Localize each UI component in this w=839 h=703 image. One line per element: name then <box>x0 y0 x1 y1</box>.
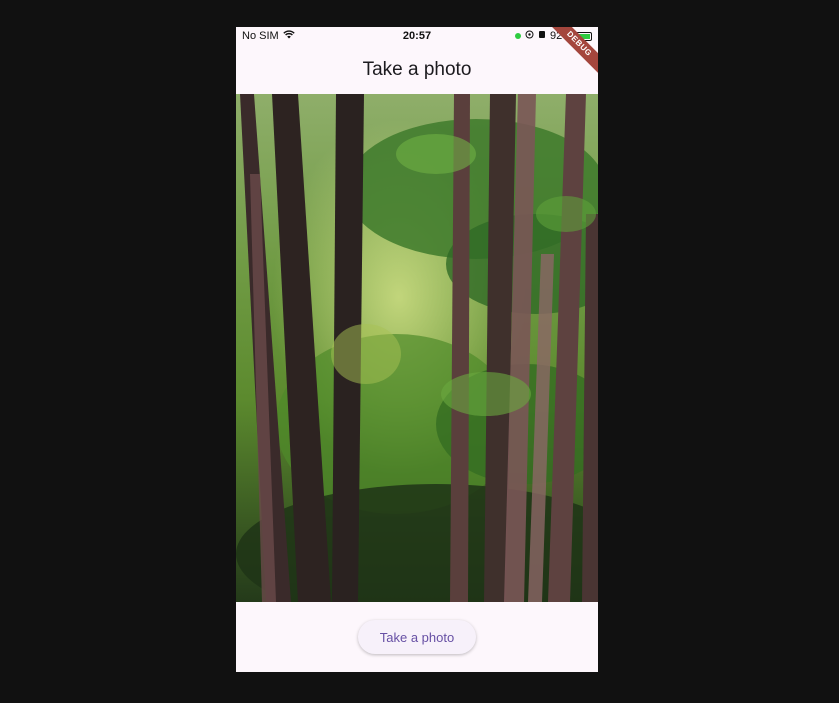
page-title: Take a photo <box>362 58 472 80</box>
forest-photo-image <box>236 94 598 602</box>
status-bar: No SIM 20:57 92% <box>236 27 598 45</box>
bottom-action-area: Take a photo <box>236 602 598 672</box>
forest-photo <box>236 94 598 602</box>
alarm-icon <box>538 30 546 42</box>
phone-screen: No SIM 20:57 92% Take a photo DEB <box>236 27 598 672</box>
app-bar: Take a photo <box>236 45 598 94</box>
lock-rotation-icon <box>525 30 534 42</box>
take-photo-button[interactable]: Take a photo <box>358 620 476 654</box>
recording-dot-icon <box>514 33 521 39</box>
